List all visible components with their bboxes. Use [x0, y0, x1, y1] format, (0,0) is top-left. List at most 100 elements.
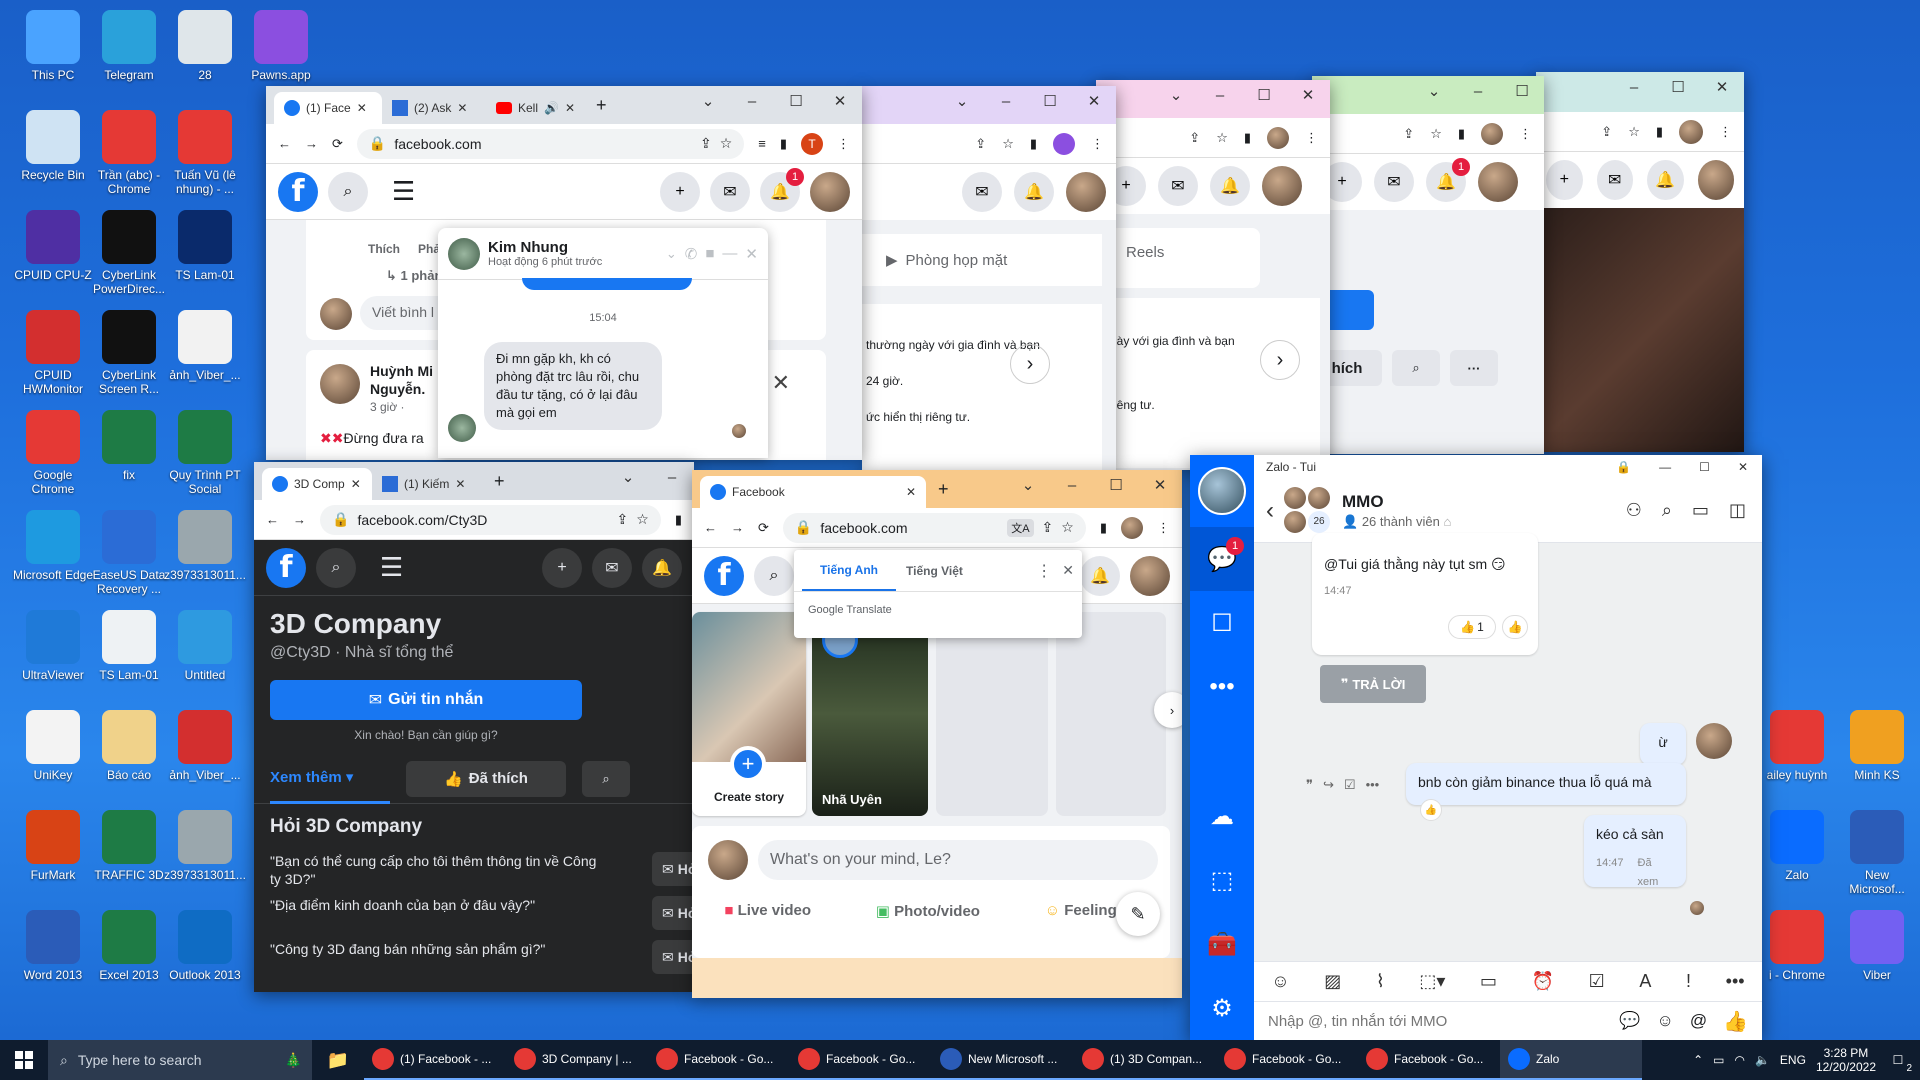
close-icon[interactable]: ✕ — [818, 86, 862, 116]
desktop-icon[interactable]: i - Chrome — [1756, 910, 1838, 1006]
desktop-icon[interactable]: Microsoft Edge — [12, 510, 94, 606]
new-tab-button[interactable]: + — [926, 479, 961, 508]
create-story-card[interactable]: + Create story — [692, 612, 806, 816]
desktop-icon[interactable]: CyberLink PowerDirec... — [88, 210, 170, 306]
desktop-icon[interactable]: ảnh_Viber_... — [164, 710, 246, 806]
contact-avatar[interactable] — [448, 237, 480, 270]
task-icon[interactable]: ☑ — [1589, 971, 1605, 992]
desktop-icon[interactable]: Minh KS — [1836, 710, 1918, 806]
sidepanel-icon[interactable]: ▮ — [1458, 126, 1465, 142]
address-bar[interactable]: 🔒 facebook.com 文A ⇪ ☆ — [782, 512, 1086, 543]
phone-icon[interactable]: ✆ — [685, 245, 698, 263]
task-icon[interactable]: ☑ — [1344, 777, 1356, 793]
bell-icon[interactable]: 🔔 — [642, 547, 682, 588]
react-button[interactable]: 👍 — [1502, 615, 1528, 639]
close-icon[interactable]: ✕ — [1724, 460, 1762, 474]
browser-window-4[interactable]: ⌄ – ☐ ⇪ ☆ ▮ ⋮ + ✉ 🔔 1 hích ⌕ ··· — [1312, 76, 1544, 454]
desktop-icon[interactable]: 28 — [164, 10, 246, 106]
close-icon[interactable]: ✕ — [1072, 86, 1116, 116]
taskbar-app[interactable]: Facebook - Go... — [790, 1040, 932, 1080]
star-icon[interactable]: ☆ — [1628, 124, 1640, 140]
bell-icon[interactable]: 🔔 — [1647, 160, 1684, 200]
maximize-icon[interactable]: ☐ — [1500, 76, 1544, 106]
settings-icon[interactable]: ⚙ — [1190, 976, 1254, 1040]
share-icon[interactable]: ⇪ — [1601, 124, 1612, 140]
taskbar-app[interactable]: New Microsoft ... — [932, 1040, 1074, 1080]
desktop-icon[interactable]: EaseUS Data Recovery ... — [88, 510, 170, 606]
minimize-icon[interactable]: – — [730, 86, 774, 116]
desktop-icon[interactable]: Trần (abc) - Chrome — [88, 110, 170, 206]
video-call-icon[interactable]: ▭ — [1692, 500, 1709, 521]
chevron-down-icon[interactable]: ⌄ — [1412, 76, 1456, 106]
like-link[interactable]: Thích — [368, 242, 400, 256]
more-icon[interactable]: ⋮ — [1091, 136, 1104, 152]
tab-facebook[interactable]: (1) Face ✕ — [274, 92, 382, 124]
thumbs-up-icon[interactable]: 👍 — [1723, 1009, 1748, 1034]
google-translate-popup[interactable]: Tiếng Anh Tiếng Việt ⋮ ✕ Google Translat… — [794, 550, 1082, 638]
desktop-icon[interactable]: Báo cáo — [88, 710, 170, 806]
close-icon[interactable]: ✕ — [1286, 80, 1330, 110]
desktop-icon[interactable]: UltraViewer — [12, 610, 94, 706]
tab-facebook[interactable]: Facebook ✕ — [700, 476, 926, 508]
share-icon[interactable]: ⇪ — [700, 135, 712, 152]
close-icon[interactable]: ✕ — [906, 485, 916, 499]
sticker-icon[interactable]: ☺ — [1271, 971, 1289, 992]
desktop-icon[interactable]: ảnh_Viber_... — [164, 310, 246, 406]
browser-window-3[interactable]: ⌄ – ☐ ✕ ⇪ ☆ ▮ ⋮ + ✉ 🔔 Reels gày với gia … — [1096, 80, 1330, 470]
back-icon[interactable]: ← — [266, 512, 279, 527]
screenshot-icon[interactable]: ⬚▾ — [1419, 971, 1445, 992]
star-icon[interactable]: ☆ — [636, 511, 649, 528]
messenger-icon[interactable]: ✉ — [710, 171, 750, 212]
new-tab-button[interactable]: + — [482, 471, 517, 500]
sidebar-toggle-icon[interactable]: ◫ — [1729, 500, 1746, 521]
more-icon[interactable]: ⋮ — [1305, 130, 1318, 146]
profile-avatar[interactable] — [1679, 119, 1703, 144]
tab-3d-company[interactable]: 3D Comp ✕ — [262, 468, 372, 500]
desktop-icon[interactable]: Quy Trình PT Social — [164, 410, 246, 506]
search-icon[interactable]: ⌕ — [1392, 350, 1440, 386]
cloud-icon[interactable]: ☁ — [1190, 784, 1254, 848]
reels-tab[interactable]: Reels — [1110, 228, 1260, 288]
more-icon[interactable]: ⋮ — [837, 136, 850, 152]
desktop-icon[interactable]: Excel 2013 — [88, 910, 170, 1006]
facebook-logo[interactable]: f — [266, 547, 306, 588]
desktop-icon[interactable]: TRAFFIC 3D — [88, 810, 170, 906]
ask-button[interactable]: ✉ Hỏ — [652, 940, 694, 974]
profile-avatar[interactable] — [1697, 160, 1734, 200]
new-tab-button[interactable]: + — [584, 95, 619, 124]
profile-avatar[interactable] — [1066, 172, 1106, 212]
plus-icon[interactable]: + — [1546, 160, 1583, 200]
reload-icon[interactable]: ⟳ — [332, 136, 343, 152]
forward-icon[interactable]: → — [293, 512, 306, 527]
suggested-question[interactable]: "Bạn có thể cung cấp cho tôi thêm thông … — [270, 852, 694, 896]
story-card[interactable]: Nhã Uyên — [812, 612, 928, 816]
profile-avatar[interactable] — [1053, 132, 1075, 155]
close-icon[interactable]: ✕ — [1062, 562, 1074, 579]
profile-avatar[interactable]: T — [801, 132, 823, 155]
emoji-icon[interactable]: ☺ — [1656, 1011, 1673, 1031]
chevron-right-icon[interactable]: › — [1154, 692, 1182, 728]
desktop-icon[interactable]: New Microsof... — [1836, 810, 1918, 906]
chevron-down-icon[interactable]: ⌄ — [686, 86, 730, 116]
translate-tab-english[interactable]: Tiếng Anh — [802, 551, 896, 591]
search-icon[interactable]: ⌕ — [1662, 500, 1672, 521]
star-icon[interactable]: ☆ — [1061, 519, 1074, 536]
chevron-down-icon[interactable]: ⌄ — [940, 86, 984, 116]
post-author[interactable]: Huỳnh Mi Nguyễn. — [370, 362, 446, 398]
taskbar-app[interactable]: Facebook - Go... — [648, 1040, 790, 1080]
minimize-icon[interactable]: – — [984, 86, 1028, 116]
desktop-icon[interactable]: Tuấn Vũ (lê nhung) - ... — [164, 110, 246, 206]
taskbar-app[interactable]: Zalo — [1500, 1040, 1642, 1080]
add-member-icon[interactable]: ⚇ — [1626, 500, 1642, 521]
wifi-icon[interactable]: ◠ — [1734, 1053, 1744, 1067]
message-input[interactable] — [1268, 1012, 1604, 1030]
share-icon[interactable]: ⇪ — [1042, 519, 1054, 536]
close-icon[interactable]: ✕ — [1700, 72, 1744, 102]
taskbar-app[interactable]: (1) Facebook - ... — [364, 1040, 506, 1080]
desktop-icon[interactable]: Recycle Bin — [12, 110, 94, 206]
profile-avatar[interactable] — [1478, 162, 1518, 202]
minimize-icon[interactable]: — — [1645, 460, 1685, 474]
desktop-icon[interactable]: CPUID HWMonitor — [12, 310, 94, 406]
desktop-icon[interactable]: This PC — [12, 10, 94, 106]
desktop-icon[interactable]: FurMark — [12, 810, 94, 906]
